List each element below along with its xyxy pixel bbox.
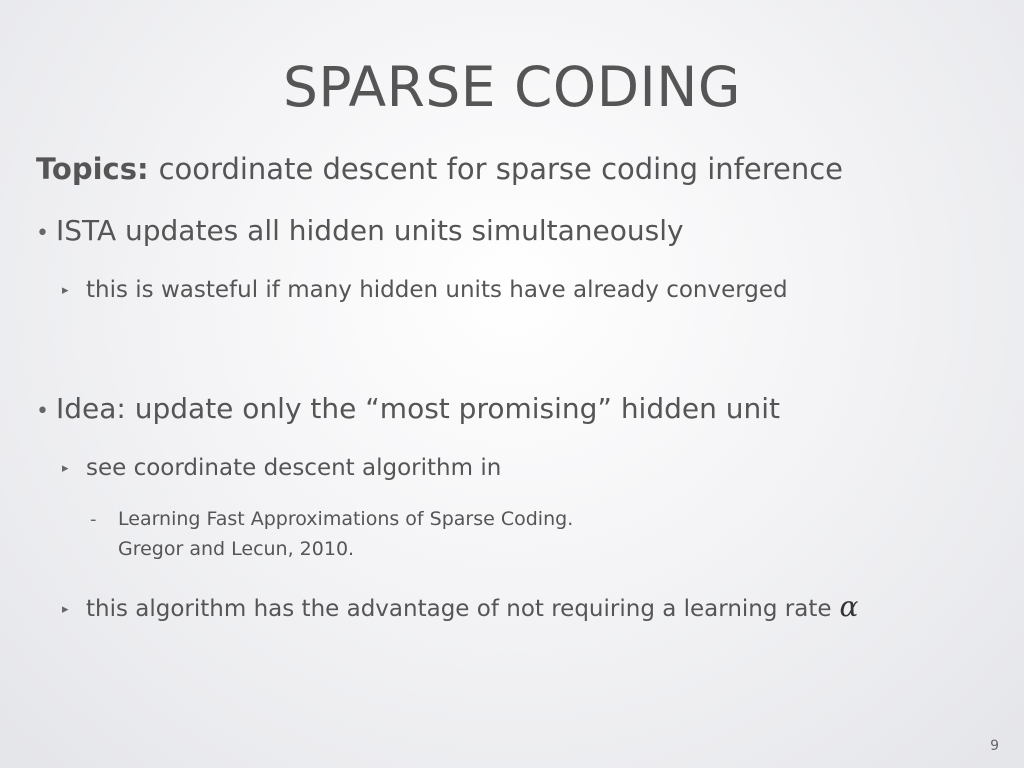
slide: SPARSE CODING Topics: coordinate descent … (0, 0, 1024, 768)
topics-label: Topics: (36, 152, 149, 186)
subbullet-text: this algorithm has the advantage of not … (86, 596, 832, 622)
triangle-right-icon: ▸ (62, 602, 69, 617)
topics-text: coordinate descent for sparse coding inf… (158, 152, 844, 186)
topics-line: Topics: coordinate descent for sparse cod… (36, 152, 843, 187)
dash-icon: - (90, 509, 97, 530)
bullet-marker-icon: • (36, 399, 49, 424)
triangle-right-icon: ▸ (62, 461, 69, 476)
alpha-symbol: α (839, 590, 859, 623)
subbullet-wasteful: ▸ this is wasteful if many hidden units h… (62, 277, 788, 305)
subbullet-advantage: ▸ this algorithm has the advantage of not… (62, 590, 858, 624)
bullet-text: ISTA updates all hidden units simultaneo… (56, 214, 684, 247)
bullet-idea: • Idea: update only the “most promising” … (36, 392, 780, 426)
reference-title: Learning Fast Approximations of Sparse C… (118, 508, 574, 530)
bullet-text: Idea: update only the “most promising” h… (56, 392, 781, 425)
subbullet-see-algorithm: ▸ see coordinate descent algorithm in (62, 455, 501, 483)
reference-authors: Gregor and Lecun, 2010. (118, 538, 355, 560)
subbullet-text: this is wasteful if many hidden units ha… (86, 277, 788, 303)
slide-number: 9 (990, 738, 999, 754)
subbullet-text: see coordinate descent algorithm in (86, 455, 502, 481)
slide-title: SPARSE CODING (282, 55, 742, 119)
reference-item: - Learning Fast Approximations of Sparse … (90, 508, 573, 531)
triangle-right-icon: ▸ (62, 283, 69, 298)
bullet-marker-icon: • (36, 221, 49, 246)
bullet-ista: • ISTA updates all hidden units simultane… (36, 214, 684, 248)
